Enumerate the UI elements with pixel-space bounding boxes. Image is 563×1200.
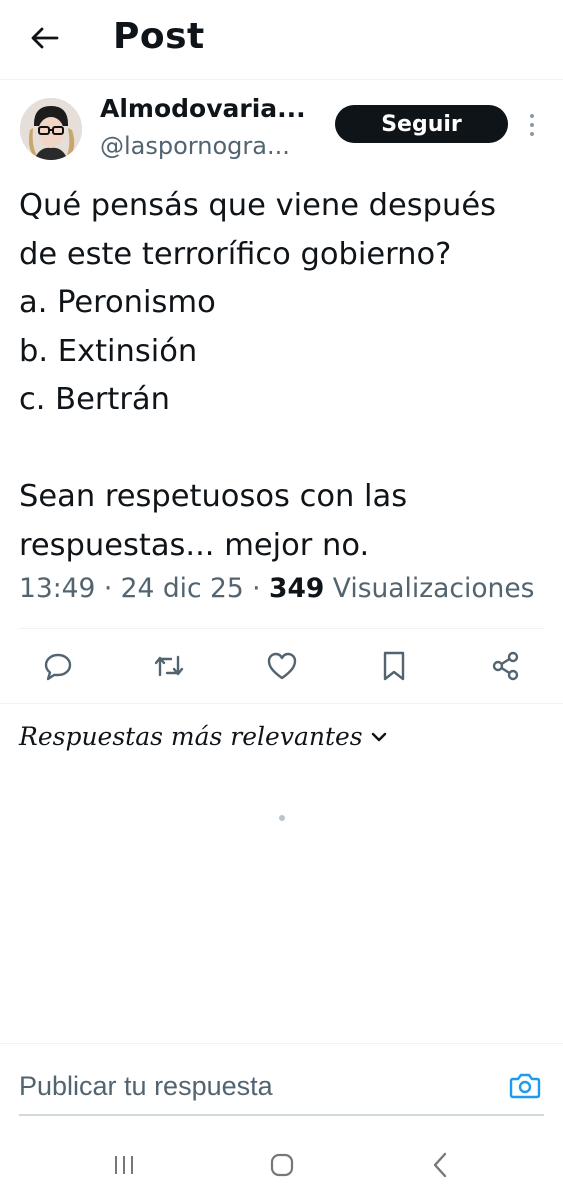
system-nav-bar xyxy=(0,1130,563,1200)
share-button[interactable] xyxy=(488,648,524,684)
top-bar: Post xyxy=(0,0,563,80)
divider xyxy=(0,703,563,704)
reply-input[interactable] xyxy=(19,1066,489,1106)
post-text-line: b. Extinsión xyxy=(19,333,198,369)
reply-input-underline xyxy=(19,1114,544,1116)
recents-icon xyxy=(115,1156,133,1174)
more-options-button[interactable] xyxy=(522,110,542,140)
post-text-line: c. Bertrán xyxy=(19,382,170,417)
home-icon xyxy=(270,1153,294,1177)
post-time: 13:49 xyxy=(19,573,96,604)
page-title: Post xyxy=(113,16,205,57)
back-icon xyxy=(433,1152,447,1178)
author-handle[interactable]: @laspornogra... xyxy=(100,132,320,160)
meta-separator: · xyxy=(252,573,270,604)
replies-sort-toggle[interactable]: Respuestas más relevantes xyxy=(19,722,387,751)
views-count[interactable]: 349 xyxy=(269,573,324,604)
post-text-line: a. Peronismo xyxy=(19,285,216,320)
arrow-left-icon xyxy=(31,27,59,49)
post-meta: 13:49 · 24 dic 25 · 349 Visualizaciones xyxy=(19,573,534,604)
bookmark-button[interactable] xyxy=(376,648,412,684)
post-text-line xyxy=(19,425,549,474)
camera-button[interactable] xyxy=(507,1068,543,1102)
post-text-line: Qué pensás que viene después xyxy=(19,188,497,223)
divider xyxy=(19,628,544,629)
share-icon xyxy=(492,651,519,681)
avatar[interactable] xyxy=(20,98,82,160)
loading-indicator xyxy=(279,815,285,821)
system-back-button[interactable] xyxy=(420,1148,460,1182)
post-date: 24 dic 25 xyxy=(120,573,244,604)
post-actions xyxy=(0,640,563,692)
more-dot xyxy=(530,132,534,136)
post-text-line: de este terrorífico gobierno? xyxy=(19,236,452,272)
post-text-line: respuestas... mejor no. xyxy=(19,527,370,563)
post-text: Qué pensás que viene después de este ter… xyxy=(19,182,549,570)
author-display-name[interactable]: Almodovaria... xyxy=(100,94,320,123)
more-dot xyxy=(530,123,534,127)
home-button[interactable] xyxy=(262,1148,302,1182)
views-label[interactable]: Visualizaciones xyxy=(333,573,535,604)
more-dot xyxy=(530,114,534,118)
repost-button[interactable] xyxy=(151,648,187,684)
repost-icon xyxy=(154,655,184,677)
bookmark-icon xyxy=(383,651,405,681)
meta-separator: · xyxy=(103,573,121,604)
avatar-image xyxy=(20,98,82,160)
replies-sort-label: Respuestas más relevantes xyxy=(19,722,363,751)
post-text-line: Sean respetuosos con las xyxy=(19,479,408,514)
back-button[interactable] xyxy=(24,18,64,58)
heart-icon xyxy=(267,652,297,680)
recents-button[interactable] xyxy=(104,1148,144,1182)
reply-icon xyxy=(44,653,72,681)
follow-button[interactable]: Seguir xyxy=(335,105,508,143)
chevron-down-icon xyxy=(371,731,387,743)
post-author: Almodovaria... @laspornogra... Seguir xyxy=(0,90,563,170)
reply-composer xyxy=(0,1043,563,1116)
like-button[interactable] xyxy=(264,648,300,684)
camera-icon xyxy=(509,1073,541,1099)
reply-button[interactable] xyxy=(40,648,76,684)
